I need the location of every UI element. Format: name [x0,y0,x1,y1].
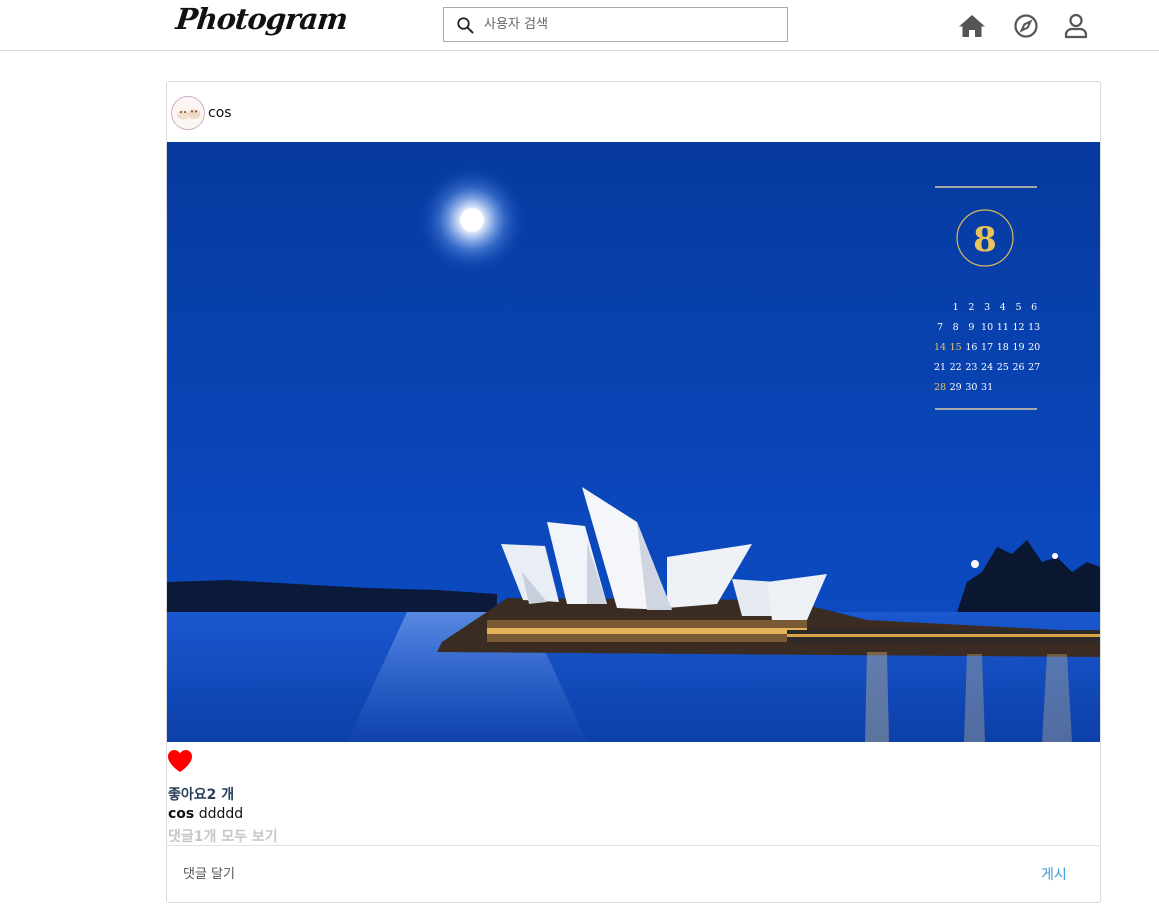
view-all-comments-link[interactable]: 댓글1개 모두 보기 [168,826,278,846]
calendar-day: 30 [965,382,977,393]
like-count: 좋아요2 개 [168,787,235,803]
calendar-day: 28 [934,382,946,393]
calendar-day: 29 [950,382,962,393]
post-username[interactable]: cos [208,105,232,121]
calendar-day: 10 [981,322,993,333]
calendar-day: 2 [968,302,974,313]
calendar-day: 15 [950,342,962,353]
calendar-day: 31 [981,382,993,393]
calendar-day: 11 [997,322,1009,333]
calendar-day: 12 [1012,322,1024,333]
calendar-day: 4 [1000,302,1006,313]
calendar-day: 16 [965,342,977,353]
calendar-day: 8 [953,322,959,333]
caption-username[interactable]: cos [168,806,194,822]
compass-icon[interactable] [1012,12,1040,40]
top-navbar: Photogram [0,0,1159,51]
app-logo[interactable]: Photogram [174,2,349,36]
calendar-day: 17 [981,342,993,353]
post-header: cos [167,82,1100,142]
comment-input[interactable] [183,862,983,886]
calendar-day: 9 [968,322,974,333]
calendar-day: 23 [965,362,977,373]
calendar-day: 5 [1015,302,1021,313]
calendar-day: 18 [997,342,1009,353]
post-card: cos 8 1 2 3 4 5 6 7 8 9 10 11 12 13 14 1… [166,81,1101,903]
calendar-day: 24 [981,362,993,373]
caption-text: ddddd [198,806,244,822]
avatar-image [172,97,204,129]
calendar-day: 26 [1012,362,1024,373]
comment-bar: 게시 [167,845,1100,902]
user-icon[interactable] [1062,12,1090,40]
calendar-day: 25 [997,362,1009,373]
calendar-day: 14 [934,342,946,353]
calendar-day: 20 [1028,342,1040,353]
calendar-day: 13 [1028,322,1040,333]
calendar-day: 22 [950,362,962,373]
calendar-day: 21 [934,362,946,373]
calendar-month: 8 [973,220,997,260]
search-icon [457,17,474,34]
avatar[interactable] [171,96,205,130]
calendar-day: 3 [984,302,990,313]
post-caption: cos ddddd [168,806,243,822]
home-icon[interactable] [958,12,986,40]
calendar-day: 19 [1012,342,1024,353]
calendar-day: 7 [937,322,943,333]
calendar-day: 27 [1028,362,1040,373]
post-image: 8 1 2 3 4 5 67 8 9 10 11 12 1314 15 16 17 18 19 2021 22 23 2… [167,142,1100,742]
heart-icon[interactable] [167,749,193,773]
search-box[interactable] [443,7,788,42]
calendar-day: 1 [953,302,959,313]
calendar-day: 6 [1031,302,1037,313]
post-comment-button[interactable]: 게시 [1041,864,1067,884]
search-input[interactable] [484,9,782,40]
